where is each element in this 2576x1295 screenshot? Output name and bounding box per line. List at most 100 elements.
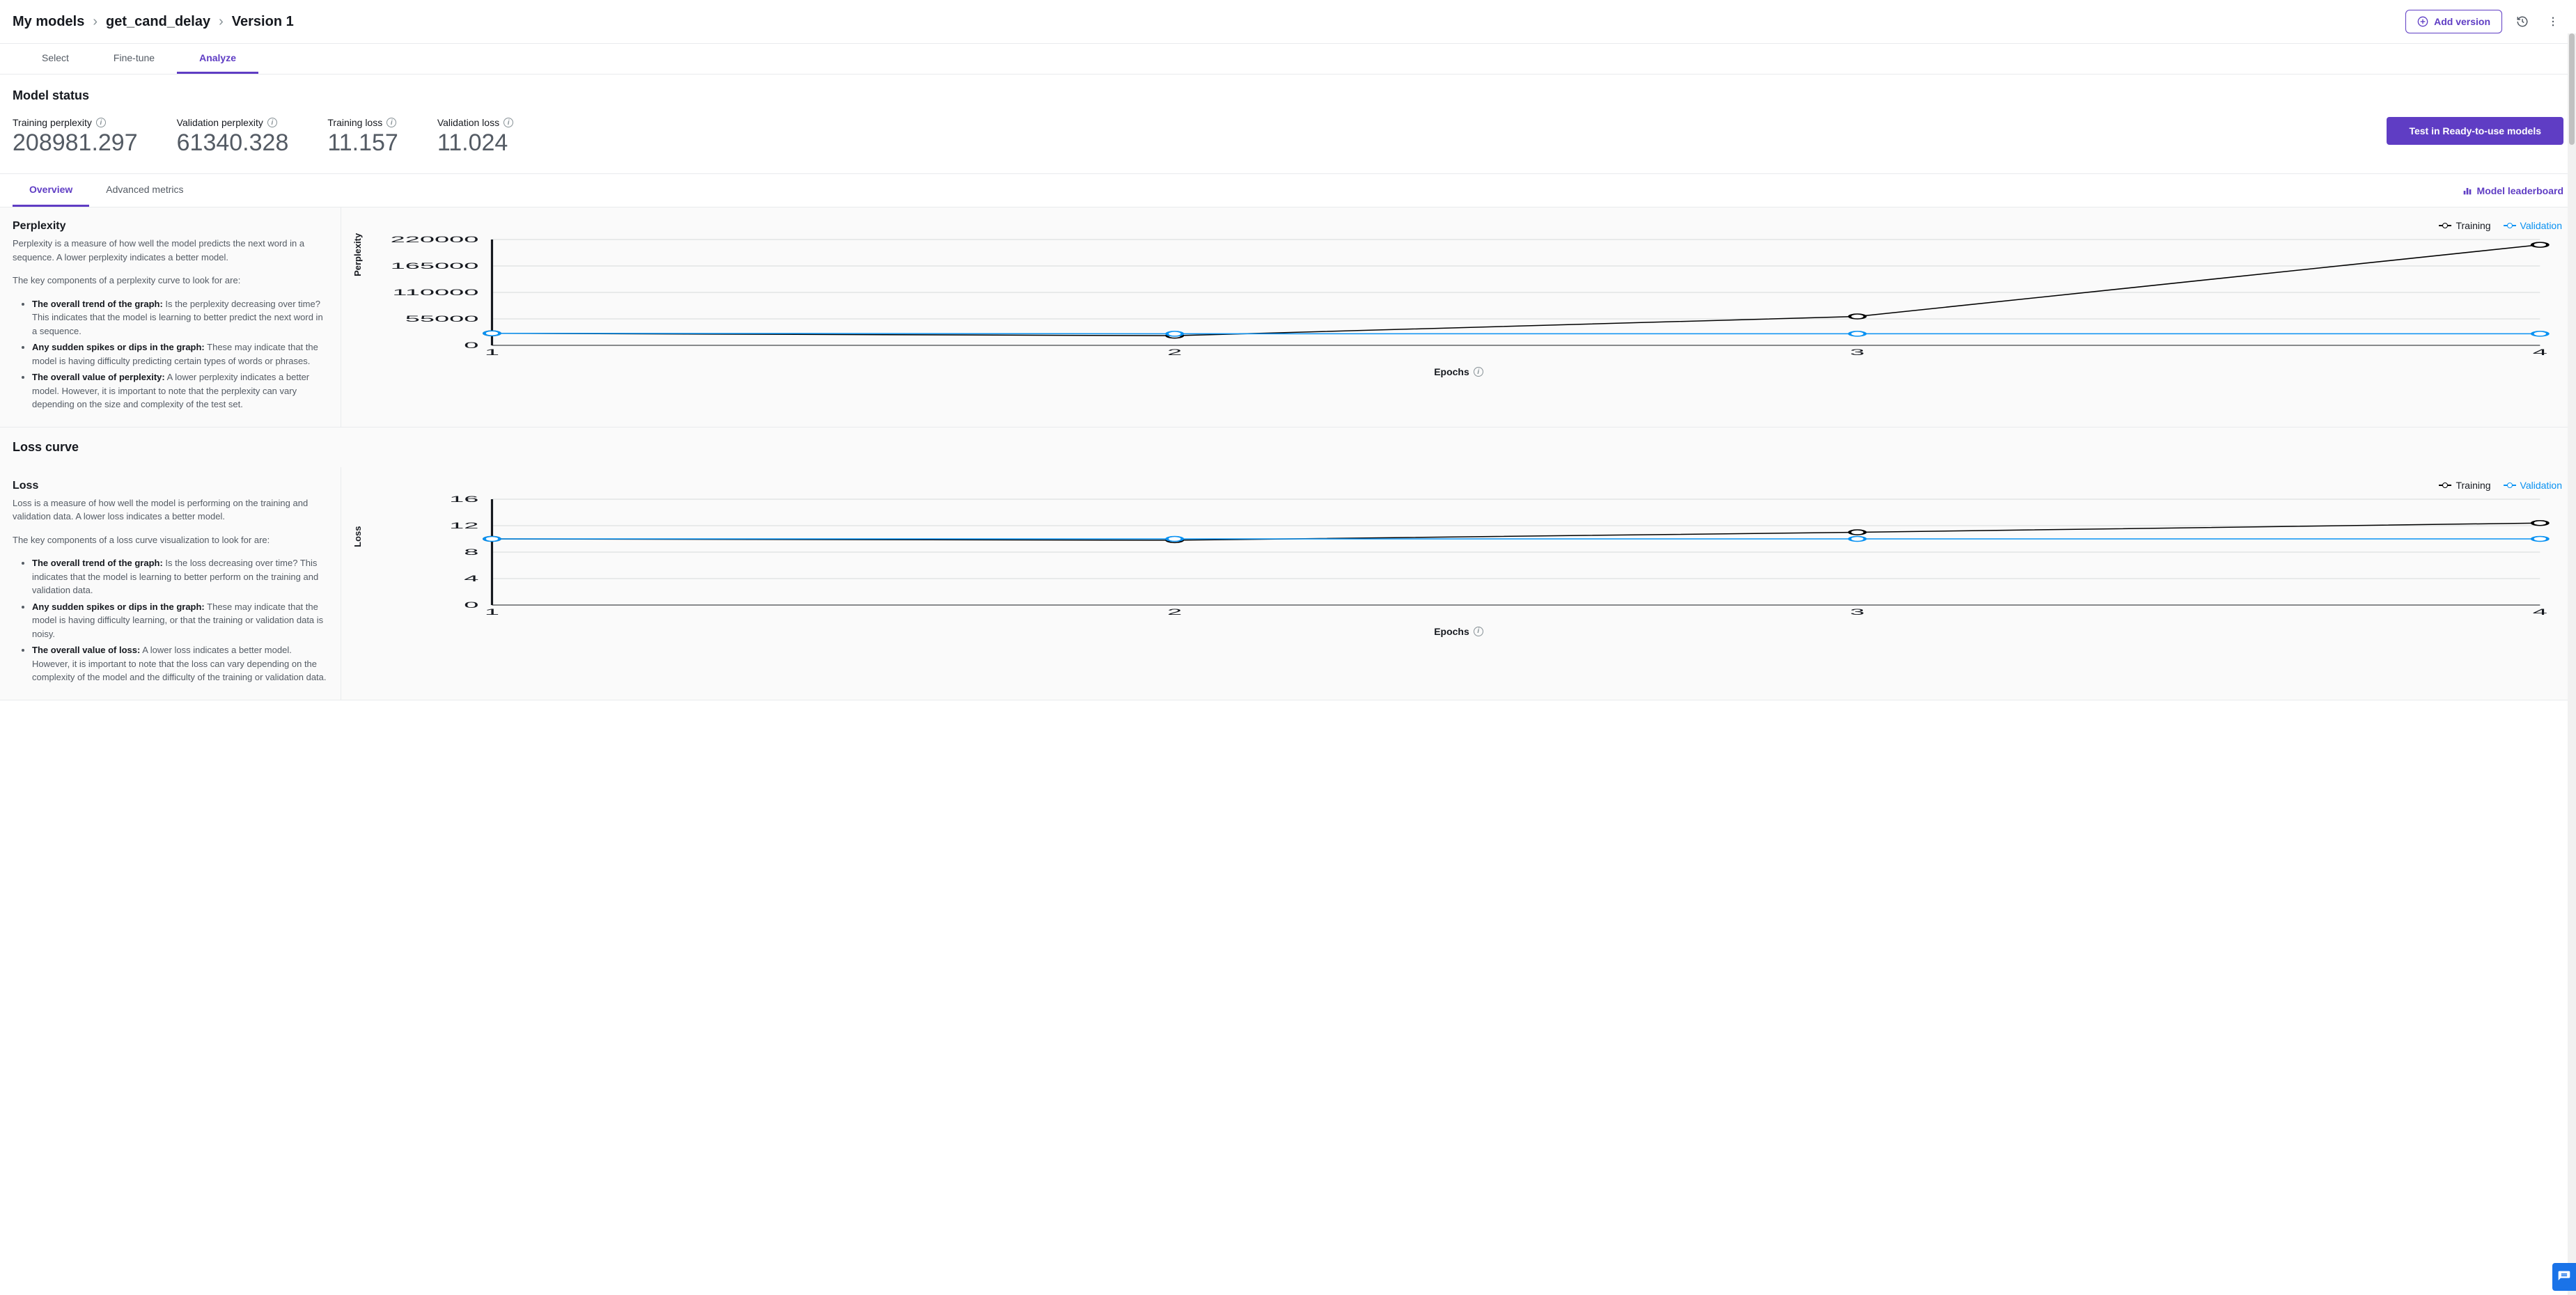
add-version-label: Add version <box>2434 16 2490 27</box>
legend-training[interactable]: Training <box>2439 220 2490 231</box>
chevron-right-icon: › <box>93 14 97 30</box>
perplexity-intro: Perplexity is a measure of how well the … <box>13 237 328 264</box>
metric-training-loss: Training loss i 11.157 <box>327 117 398 157</box>
loss-section: Loss Loss is a measure of how well the m… <box>0 467 2576 700</box>
svg-text:4: 4 <box>2533 347 2547 357</box>
perplexity-bullets: The overall trend of the graph: Is the p… <box>13 297 328 411</box>
svg-text:110000: 110000 <box>392 288 478 297</box>
perplexity-description: Perplexity Perplexity is a measure of ho… <box>0 207 341 427</box>
y-axis-label: Loss <box>352 526 363 547</box>
svg-text:3: 3 <box>1850 606 1864 616</box>
model-status-title: Model status <box>13 88 2563 103</box>
y-axis-label: Perplexity <box>352 233 363 276</box>
svg-text:1: 1 <box>485 606 499 616</box>
perplexity-chart[interactable]: Perplexity 0 55000 110000 165000 220000 1 2 3 4 <box>355 235 2562 361</box>
loss-curve-heading: Loss curve <box>0 427 2576 467</box>
history-button[interactable] <box>2512 11 2533 32</box>
info-icon[interactable]: i <box>267 118 277 127</box>
metric-label: Validation perplexity <box>177 117 263 128</box>
breadcrumb: My models › get_cand_delay › Version 1 <box>13 14 294 30</box>
tab-select[interactable]: Select <box>19 44 91 74</box>
chart-legend: Training Validation <box>355 480 2562 491</box>
test-ready-models-button[interactable]: Test in Ready-to-use models <box>2387 117 2563 145</box>
leaderboard-icon <box>2462 185 2473 196</box>
perplexity-section: Perplexity Perplexity is a measure of ho… <box>0 207 2576 427</box>
sub-tabs: Overview Advanced metrics <box>13 174 201 207</box>
svg-text:165000: 165000 <box>391 261 479 271</box>
metric-label: Validation loss <box>437 117 499 128</box>
perplexity-chart-panel: Training Validation Perplexity 0 55000 110… <box>341 207 2576 427</box>
tab-advanced-metrics[interactable]: Advanced metrics <box>89 174 200 207</box>
list-item: The overall trend of the graph: Is the p… <box>32 297 328 338</box>
leaderboard-label: Model leaderboard <box>2477 185 2563 196</box>
loss-intro: Loss is a measure of how well the model … <box>13 496 328 524</box>
loss-description: Loss Loss is a measure of how well the m… <box>0 467 341 700</box>
list-item: The overall trend of the graph: Is the l… <box>32 556 328 597</box>
list-item: The overall value of perplexity: A lower… <box>32 370 328 411</box>
svg-text:55000: 55000 <box>405 314 479 324</box>
svg-text:12: 12 <box>449 520 478 530</box>
main-tabs: Select Fine-tune Analyze <box>0 44 2576 74</box>
tab-overview[interactable]: Overview <box>13 174 89 207</box>
metric-value: 11.157 <box>327 130 398 157</box>
model-leaderboard-link[interactable]: Model leaderboard <box>2462 185 2563 196</box>
metric-training-perplexity: Training perplexity i 208981.297 <box>13 117 138 157</box>
chevron-right-icon: › <box>219 14 224 30</box>
scrollbar[interactable] <box>2568 33 2576 1295</box>
add-version-button[interactable]: Add version <box>2405 10 2502 33</box>
plus-circle-icon <box>2417 16 2428 27</box>
tab-finetune[interactable]: Fine-tune <box>91 44 177 74</box>
more-actions-button[interactable] <box>2543 11 2563 32</box>
history-icon <box>2516 15 2529 28</box>
svg-text:0: 0 <box>464 340 478 350</box>
metric-validation-loss: Validation loss i 11.024 <box>437 117 513 157</box>
x-axis-label: Epochsi <box>355 366 2562 377</box>
loss-bullets: The overall trend of the graph: Is the l… <box>13 556 328 684</box>
tab-analyze[interactable]: Analyze <box>177 44 258 74</box>
legend-training[interactable]: Training <box>2439 480 2490 491</box>
svg-text:220000: 220000 <box>391 235 479 244</box>
list-item: The overall value of loss: A lower loss … <box>32 643 328 684</box>
x-axis-label: Epochsi <box>355 626 2562 637</box>
chat-icon <box>2557 1270 2571 1284</box>
perplexity-title: Perplexity <box>13 220 328 233</box>
legend-validation[interactable]: Validation <box>2504 220 2562 231</box>
svg-text:2: 2 <box>1167 606 1182 616</box>
model-status-section: Model status Training perplexity i 208981… <box>0 74 2576 174</box>
legend-validation[interactable]: Validation <box>2504 480 2562 491</box>
scrollbar-thumb[interactable] <box>2569 33 2575 145</box>
perplexity-lead: The key components of a perplexity curve… <box>13 274 328 288</box>
info-icon[interactable]: i <box>1474 367 1483 377</box>
loss-chart-panel: Training Validation Loss 04812161234 Epo… <box>341 467 2576 700</box>
loss-chart[interactable]: Loss 04812161234 <box>355 495 2562 620</box>
content-area: Perplexity Perplexity is a measure of ho… <box>0 207 2576 700</box>
info-icon[interactable]: i <box>387 118 396 127</box>
svg-text:16: 16 <box>449 495 478 504</box>
info-icon[interactable]: i <box>1474 627 1483 636</box>
topbar-actions: Add version <box>2405 10 2563 33</box>
loss-title: Loss <box>13 480 328 492</box>
svg-text:0: 0 <box>464 599 478 609</box>
metric-value: 208981.297 <box>13 130 138 157</box>
svg-text:8: 8 <box>464 547 478 556</box>
metric-value: 11.024 <box>437 130 513 157</box>
breadcrumb-root[interactable]: My models <box>13 14 84 30</box>
svg-text:4: 4 <box>2533 606 2547 616</box>
metric-label: Training perplexity <box>13 117 92 128</box>
svg-text:1: 1 <box>485 347 499 357</box>
list-item: Any sudden spikes or dips in the graph: … <box>32 340 328 368</box>
svg-text:2: 2 <box>1167 347 1182 357</box>
list-item: Any sudden spikes or dips in the graph: … <box>32 600 328 641</box>
chat-button[interactable] <box>2552 1263 2576 1291</box>
loss-lead: The key components of a loss curve visua… <box>13 533 328 547</box>
breadcrumb-version[interactable]: Version 1 <box>232 14 294 30</box>
metric-validation-perplexity: Validation perplexityi 61340.328 <box>177 117 289 157</box>
breadcrumb-model[interactable]: get_cand_delay <box>106 14 210 30</box>
svg-text:3: 3 <box>1850 347 1864 357</box>
info-icon[interactable]: i <box>96 118 106 127</box>
svg-text:4: 4 <box>464 573 478 583</box>
info-icon[interactable]: i <box>504 118 513 127</box>
topbar: My models › get_cand_delay › Version 1 A… <box>0 0 2576 44</box>
chart-legend: Training Validation <box>355 220 2562 231</box>
metric-label: Training loss <box>327 117 382 128</box>
